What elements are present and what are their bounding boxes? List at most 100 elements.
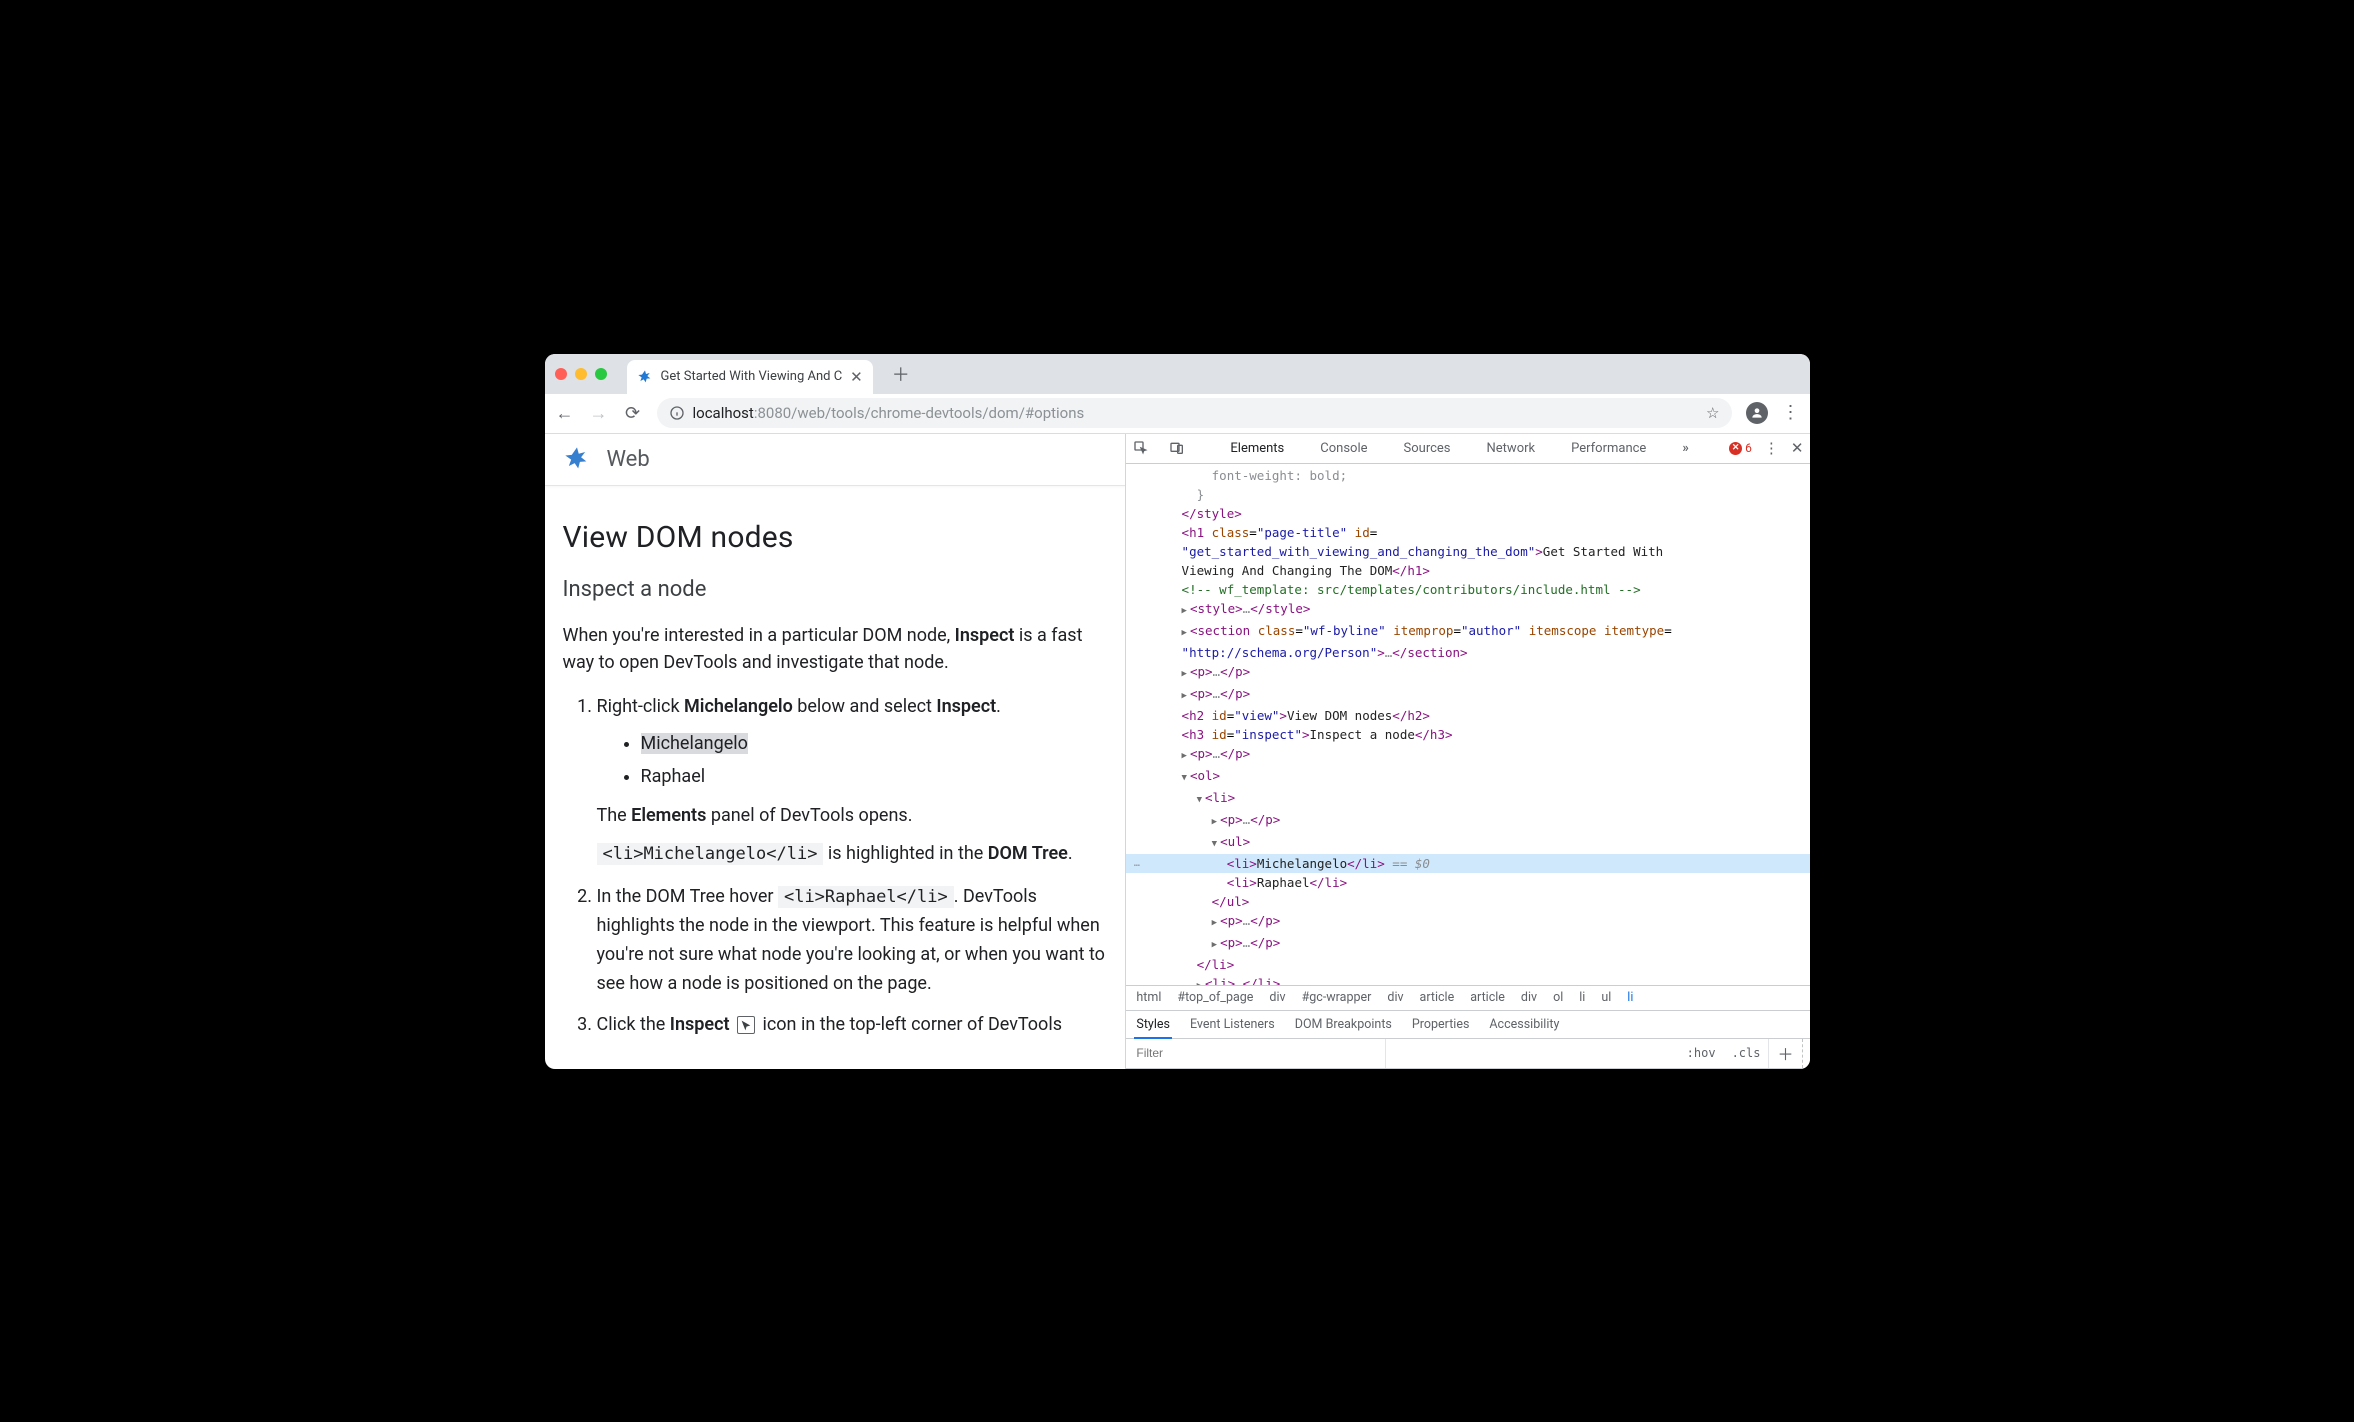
dom-row[interactable]: <p>…</p>	[1126, 810, 1809, 832]
dom-row[interactable]: "http://schema.org/Person">…</section>	[1126, 643, 1809, 662]
dom-row[interactable]: <li>…</li>	[1126, 974, 1809, 985]
dom-row[interactable]: … <li>Michelangelo</li> == $0	[1126, 854, 1809, 873]
forward-button[interactable]: →	[589, 403, 609, 424]
devtools-tab-performance[interactable]: Performance	[1571, 441, 1646, 456]
page-h1: View DOM nodes	[563, 520, 1108, 555]
dom-row[interactable]: <!-- wf_template: src/templates/contribu…	[1126, 580, 1809, 599]
bookmark-icon[interactable]: ☆	[1706, 404, 1719, 422]
dom-row[interactable]: <p>…</p>	[1126, 911, 1809, 933]
dom-row[interactable]: </style>	[1126, 504, 1809, 523]
dom-row[interactable]: <p>…</p>	[1126, 744, 1809, 766]
crumb[interactable]: ol	[1553, 990, 1563, 1005]
crumb[interactable]: article	[1420, 990, 1455, 1005]
address-bar[interactable]: localhost:8080/web/tools/chrome-devtools…	[657, 398, 1732, 428]
dom-row[interactable]: <p>…</p>	[1126, 933, 1809, 955]
site-label: Web	[607, 447, 650, 472]
michelangelo-item: Michelangelo	[641, 733, 748, 754]
asterisk-icon	[637, 369, 653, 385]
devtools-tab-sources[interactable]: Sources	[1404, 441, 1451, 456]
browser-menu-button[interactable]: ⋮	[1782, 404, 1800, 422]
code-sentence: <li>Michelangelo</li> is highlighted in …	[597, 840, 1108, 868]
devtools-menu-button[interactable]: ⋮	[1764, 439, 1779, 457]
styles-filter-input[interactable]	[1126, 1039, 1386, 1068]
dom-row[interactable]: <li>	[1126, 788, 1809, 810]
dom-row[interactable]: }	[1126, 485, 1809, 504]
dom-tree[interactable]: font-weight: bold; } </style> <h1 class=…	[1126, 464, 1809, 985]
page-body: View DOM nodes Inspect a node When you'r…	[545, 486, 1126, 1052]
error-icon: ✕	[1729, 442, 1742, 455]
info-icon	[669, 405, 685, 421]
devtools-tabbar: Elements Console Sources Network Performance…	[1126, 434, 1809, 464]
subtab-dom-breakpoints[interactable]: DOM Breakpoints	[1295, 1017, 1392, 1032]
new-style-rule-button[interactable]: ＋	[1768, 1039, 1801, 1068]
crumb[interactable]: article	[1470, 990, 1505, 1005]
dom-row[interactable]: </li>	[1126, 955, 1809, 974]
page-pane: Web View DOM nodes Inspect a node When y…	[545, 434, 1127, 1069]
window-close-button[interactable]	[555, 368, 567, 380]
dom-row[interactable]: <h1 class="page-title" id=	[1126, 523, 1809, 542]
device-toolbar-icon[interactable]	[1168, 440, 1186, 456]
site-header: Web	[545, 434, 1126, 486]
back-button[interactable]: ←	[555, 403, 575, 424]
dom-row[interactable]: <h2 id="view">View DOM nodes</h2>	[1126, 706, 1809, 725]
step-3: Click the Inspect icon in the top-left c…	[597, 1011, 1108, 1040]
crumb[interactable]: li	[1627, 990, 1633, 1005]
crumb[interactable]: div	[1269, 990, 1285, 1005]
inspect-icon	[737, 1016, 755, 1034]
crumb[interactable]: li	[1579, 990, 1585, 1005]
error-count[interactable]: ✕ 6	[1729, 441, 1752, 455]
dom-row[interactable]: <ol>	[1126, 766, 1809, 788]
styles-filter-bar: :hov .cls ＋	[1126, 1039, 1809, 1069]
elements-sentence: The Elements panel of DevTools opens.	[597, 802, 1108, 830]
dom-row[interactable]: <p>…</p>	[1126, 684, 1809, 706]
crumb[interactable]: div	[1521, 990, 1537, 1005]
url-text: localhost:8080/web/tools/chrome-devtools…	[693, 404, 1085, 422]
code-literal: <li>Michelangelo</li>	[597, 843, 824, 865]
subtab-styles[interactable]: Styles	[1136, 1017, 1170, 1032]
resize-handle[interactable]	[1802, 1039, 1810, 1068]
browser-tab[interactable]: Get Started With Viewing And C ✕	[627, 360, 873, 394]
dom-row[interactable]: <p>…</p>	[1126, 662, 1809, 684]
devtools-tab-console[interactable]: Console	[1320, 441, 1367, 456]
crumb[interactable]: ul	[1601, 990, 1611, 1005]
devtools-tab-network[interactable]: Network	[1487, 441, 1536, 456]
dom-row[interactable]: <section class="wf-byline" itemprop="aut…	[1126, 621, 1809, 643]
browser-window: Get Started With Viewing And C ✕ ＋ ← → ⟳…	[545, 354, 1810, 1069]
step-1: Right-click Michelangelo below and selec…	[597, 693, 1108, 867]
dom-row[interactable]: <style>…</style>	[1126, 599, 1809, 621]
crumb[interactable]: html	[1136, 990, 1161, 1005]
subtab-accessibility[interactable]: Accessibility	[1489, 1017, 1559, 1032]
steps-list: Right-click Michelangelo below and selec…	[563, 693, 1108, 1039]
subtab-properties[interactable]: Properties	[1412, 1017, 1470, 1032]
reload-button[interactable]: ⟳	[623, 403, 643, 424]
crumb[interactable]: div	[1387, 990, 1403, 1005]
list-item[interactable]: Michelangelo	[641, 730, 1108, 759]
more-tabs-button[interactable]: »	[1682, 441, 1688, 456]
devtools-close-button[interactable]: ✕	[1791, 439, 1804, 457]
breadcrumb[interactable]: html #top_of_page div #gc-wrapper div article…	[1126, 985, 1809, 1011]
content-split: Web View DOM nodes Inspect a node When y…	[545, 434, 1810, 1069]
traffic-lights	[555, 368, 607, 380]
cls-toggle[interactable]: .cls	[1724, 1046, 1769, 1060]
tab-strip: Get Started With Viewing And C ✕ ＋	[545, 354, 1810, 394]
list-item[interactable]: Raphael	[641, 763, 1108, 792]
inspect-element-icon[interactable]	[1132, 440, 1150, 456]
dom-row[interactable]: "get_started_with_viewing_and_changing_t…	[1126, 542, 1809, 561]
devtools-tab-elements[interactable]: Elements	[1230, 441, 1284, 456]
close-icon[interactable]: ✕	[850, 368, 863, 386]
window-zoom-button[interactable]	[595, 368, 607, 380]
new-tab-button[interactable]: ＋	[887, 360, 915, 388]
dom-row[interactable]: <ul>	[1126, 832, 1809, 854]
dom-row[interactable]: Viewing And Changing The DOM</h1>	[1126, 561, 1809, 580]
window-minimize-button[interactable]	[575, 368, 587, 380]
dom-row[interactable]: font-weight: bold;	[1126, 466, 1809, 485]
crumb[interactable]: #top_of_page	[1177, 990, 1253, 1005]
subtab-event-listeners[interactable]: Event Listeners	[1190, 1017, 1275, 1032]
crumb[interactable]: #gc-wrapper	[1302, 990, 1372, 1005]
dom-row[interactable]: <li>Raphael</li>	[1126, 873, 1809, 892]
account-icon[interactable]	[1746, 402, 1768, 424]
hov-toggle[interactable]: :hov	[1679, 1046, 1724, 1060]
page-h2: Inspect a node	[563, 577, 1108, 602]
dom-row[interactable]: </ul>	[1126, 892, 1809, 911]
dom-row[interactable]: <h3 id="inspect">Inspect a node</h3>	[1126, 725, 1809, 744]
